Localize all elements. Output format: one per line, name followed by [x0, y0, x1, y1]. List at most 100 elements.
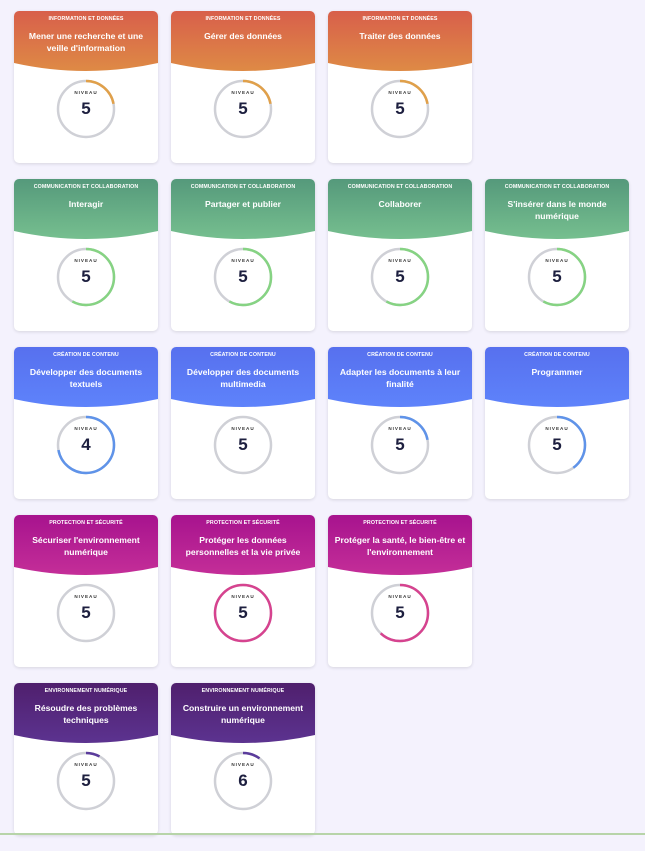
level-ring: NIVEAU 5	[527, 415, 587, 475]
level-value: 5	[81, 99, 91, 118]
category-row: ENVIRONNEMENT NUMÉRIQUE Résoudre des prob…	[14, 683, 629, 835]
card-domain: CRÉATION DE CONTENU	[53, 352, 119, 358]
level-value: 5	[81, 603, 91, 622]
level-ring: NIVEAU 5	[370, 415, 430, 475]
competence-card[interactable]: CRÉATION DE CONTENU Développer des docume…	[14, 347, 158, 499]
card-domain: ENVIRONNEMENT NUMÉRIQUE	[201, 688, 285, 694]
card-header: ENVIRONNEMENT NUMÉRIQUE Construire un env…	[171, 683, 315, 747]
competence-card[interactable]: COMMUNICATION ET COLLABORATION Partager e…	[171, 179, 315, 331]
competence-card[interactable]: COMMUNICATION ET COLLABORATION Interagir N…	[14, 179, 158, 331]
card-domain: INFORMATION ET DONNÉES	[48, 16, 124, 22]
card-title: Partager et publier	[205, 199, 281, 209]
competence-card[interactable]: CRÉATION DE CONTENU Développer des docume…	[171, 347, 315, 499]
card-header: CRÉATION DE CONTENU Développer des docume…	[14, 347, 158, 411]
competence-card[interactable]: INFORMATION ET DONNÉES Gérer des données N…	[171, 11, 315, 163]
card-title: Construire un environnement numérique	[182, 703, 304, 725]
card-header: CRÉATION DE CONTENU Développer des docume…	[171, 347, 315, 411]
card-title: Mener une recherche et une veille d'info…	[28, 31, 144, 53]
card-title: Adapter les documents à leur finalité	[339, 367, 461, 389]
card-title: Résoudre des problèmes techniques	[34, 703, 138, 725]
level-value: 5	[395, 267, 405, 286]
level-value: 5	[395, 603, 405, 622]
level-label: NIVEAU	[388, 258, 412, 263]
level-value: 5	[81, 771, 91, 790]
card-title: S'insérer dans le monde numérique	[507, 199, 607, 221]
level-ring: NIVEAU 5	[370, 79, 430, 139]
card-header: PROTECTION ET SÉCURITÉ Protéger la santé,…	[328, 515, 472, 579]
level-label: NIVEAU	[545, 258, 569, 263]
level-ring: NIVEAU 5	[56, 79, 116, 139]
card-header: COMMUNICATION ET COLLABORATION Collaborer	[328, 179, 472, 243]
card-domain: PROTECTION ET SÉCURITÉ	[206, 520, 280, 526]
competence-card[interactable]: PROTECTION ET SÉCURITÉ Sécuriser l'enviro…	[14, 515, 158, 667]
card-title: Protéger la santé, le bien-être et l'env…	[334, 535, 466, 557]
card-header: CRÉATION DE CONTENU Programmer	[485, 347, 629, 411]
level-label: NIVEAU	[388, 594, 412, 599]
competence-card[interactable]: PROTECTION ET SÉCURITÉ Protéger les donné…	[171, 515, 315, 667]
card-header: ENVIRONNEMENT NUMÉRIQUE Résoudre des prob…	[14, 683, 158, 747]
level-value: 5	[238, 435, 248, 454]
competence-grid: INFORMATION ET DONNÉES Mener une recherch…	[14, 11, 629, 851]
level-label: NIVEAU	[231, 258, 255, 263]
level-value: 5	[395, 99, 405, 118]
level-ring: NIVEAU 5	[213, 415, 273, 475]
card-header: COMMUNICATION ET COLLABORATION Interagir	[14, 179, 158, 243]
level-label: NIVEAU	[74, 258, 98, 263]
card-header: CRÉATION DE CONTENU Adapter les documents…	[328, 347, 472, 411]
competence-card[interactable]: ENVIRONNEMENT NUMÉRIQUE Résoudre des prob…	[14, 683, 158, 835]
competence-card[interactable]: PROTECTION ET SÉCURITÉ Protéger la santé,…	[328, 515, 472, 667]
level-ring: NIVEAU 5	[213, 583, 273, 643]
level-value: 5	[238, 99, 248, 118]
card-title: Protéger les données personnelles et la …	[185, 535, 301, 557]
level-value: 5	[395, 435, 405, 454]
level-ring: NIVEAU 5	[370, 247, 430, 307]
card-domain: CRÉATION DE CONTENU	[367, 352, 433, 358]
level-ring: NIVEAU 5	[370, 583, 430, 643]
bottom-divider	[0, 833, 645, 835]
level-ring: NIVEAU 5	[56, 247, 116, 307]
level-label: NIVEAU	[231, 426, 255, 431]
card-header: PROTECTION ET SÉCURITÉ Sécuriser l'enviro…	[14, 515, 158, 579]
card-domain: COMMUNICATION ET COLLABORATION	[347, 184, 453, 190]
card-header: PROTECTION ET SÉCURITÉ Protéger les donné…	[171, 515, 315, 579]
level-label: NIVEAU	[545, 426, 569, 431]
level-ring: NIVEAU 5	[56, 583, 116, 643]
card-domain: COMMUNICATION ET COLLABORATION	[190, 184, 296, 190]
competence-card[interactable]: ENVIRONNEMENT NUMÉRIQUE Construire un env…	[171, 683, 315, 835]
level-label: NIVEAU	[231, 762, 255, 767]
card-title: Gérer des données	[204, 31, 282, 41]
competence-card[interactable]: INFORMATION ET DONNÉES Mener une recherch…	[14, 11, 158, 163]
level-value: 5	[81, 267, 91, 286]
category-row: COMMUNICATION ET COLLABORATION Interagir N…	[14, 179, 629, 331]
competence-card[interactable]: CRÉATION DE CONTENU Programmer NIVEAU 5	[485, 347, 629, 499]
card-header: COMMUNICATION ET COLLABORATION Partager e…	[171, 179, 315, 243]
level-label: NIVEAU	[388, 426, 412, 431]
level-value: 6	[238, 771, 248, 790]
level-ring: NIVEAU 5	[213, 79, 273, 139]
competence-card[interactable]: COMMUNICATION ET COLLABORATION S'insérer …	[485, 179, 629, 331]
competence-card[interactable]: INFORMATION ET DONNÉES Traiter des donnée…	[328, 11, 472, 163]
level-label: NIVEAU	[388, 90, 412, 95]
card-domain: CRÉATION DE CONTENU	[210, 352, 276, 358]
level-value: 5	[238, 267, 248, 286]
card-domain: ENVIRONNEMENT NUMÉRIQUE	[44, 688, 128, 694]
level-label: NIVEAU	[74, 594, 98, 599]
level-ring: NIVEAU 4	[56, 415, 116, 475]
level-value: 4	[81, 435, 91, 454]
level-label: NIVEAU	[74, 426, 98, 431]
level-ring: NIVEAU 5	[213, 247, 273, 307]
card-title: Programmer	[531, 367, 583, 377]
level-ring: NIVEAU 5	[527, 247, 587, 307]
card-domain: CRÉATION DE CONTENU	[524, 352, 590, 358]
category-row: CRÉATION DE CONTENU Développer des docume…	[14, 347, 629, 499]
card-domain: PROTECTION ET SÉCURITÉ	[363, 520, 437, 526]
competence-card[interactable]: CRÉATION DE CONTENU Adapter les documents…	[328, 347, 472, 499]
card-domain: COMMUNICATION ET COLLABORATION	[504, 184, 610, 190]
card-header: COMMUNICATION ET COLLABORATION S'insérer …	[485, 179, 629, 243]
level-label: NIVEAU	[231, 90, 255, 95]
card-title: Sécuriser l'environnement numérique	[32, 535, 140, 557]
card-domain: INFORMATION ET DONNÉES	[205, 16, 281, 22]
level-label: NIVEAU	[231, 594, 255, 599]
card-domain: INFORMATION ET DONNÉES	[362, 16, 438, 22]
competence-card[interactable]: COMMUNICATION ET COLLABORATION Collaborer…	[328, 179, 472, 331]
